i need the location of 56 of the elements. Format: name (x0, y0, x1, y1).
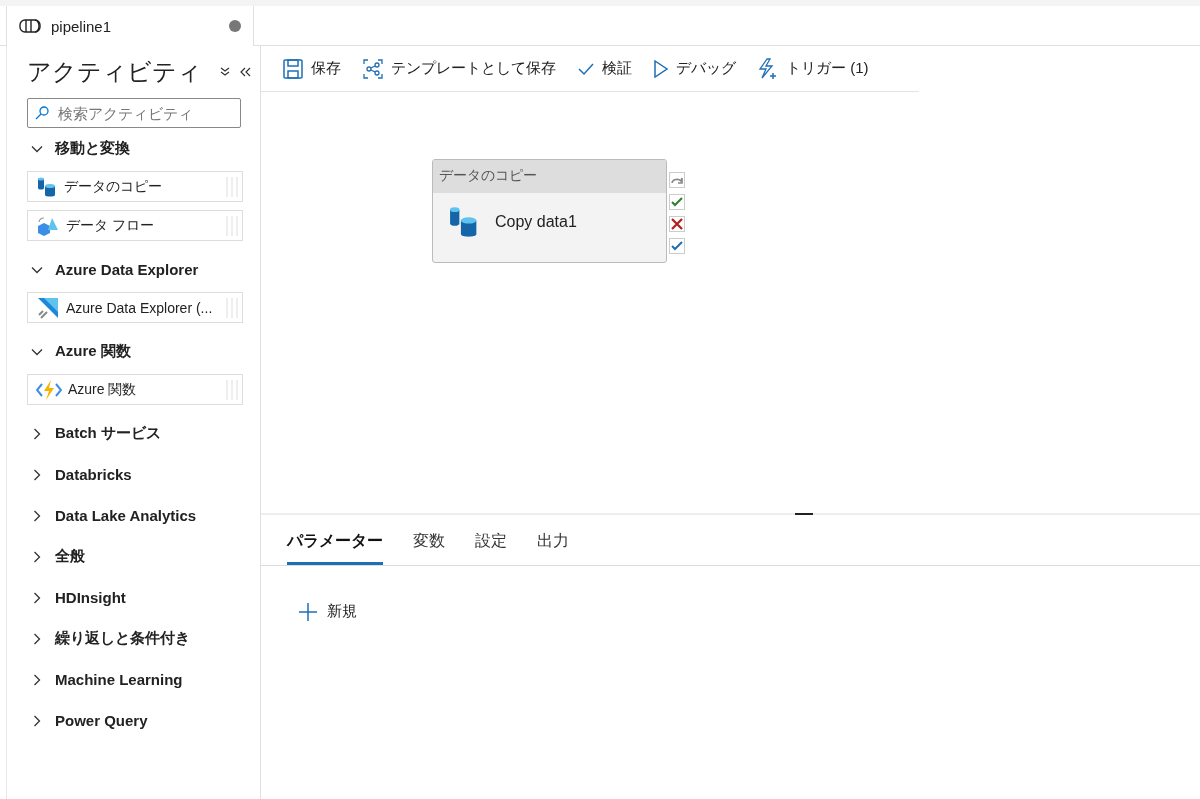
chevron-icon (31, 509, 43, 522)
completion-check-icon[interactable] (669, 238, 685, 254)
pipeline-tab[interactable]: pipeline1 (6, 6, 254, 46)
chevron-icon (31, 591, 43, 604)
panel-tab[interactable]: 出力 (537, 531, 569, 565)
collapse-all-icon[interactable] (220, 67, 230, 77)
activity-item[interactable]: Azure 関数 (27, 374, 243, 405)
category-header[interactable]: 繰り返しと条件付き (27, 618, 260, 659)
category-header[interactable]: 全般 (27, 536, 260, 577)
activity-item[interactable]: データのコピー (27, 171, 243, 202)
category-header[interactable]: Power Query (27, 700, 260, 741)
toolbar-button[interactable]: デバッグ (650, 57, 740, 80)
chevron-icon (31, 632, 43, 645)
panel-tab[interactable]: 変数 (413, 531, 445, 565)
category-header[interactable]: Data Lake Analytics (27, 495, 260, 536)
pipeline-icon (19, 19, 41, 33)
chevron-icon (31, 427, 43, 440)
activity-item[interactable]: Azure Data Explorer (... (27, 292, 243, 323)
toolbar-button[interactable]: 検証 (574, 57, 636, 80)
category-header[interactable]: Azure Data Explorer (27, 249, 260, 290)
chevron-icon (31, 714, 43, 727)
category-header[interactable]: Azure 関数 (27, 331, 260, 372)
cube-and-cone-icon (36, 214, 60, 237)
database-icon (36, 175, 58, 198)
category-header[interactable]: Machine Learning (27, 659, 260, 700)
node-name: Copy data1 (495, 213, 577, 231)
save-icon (283, 58, 303, 79)
lightning-plus-icon (758, 57, 778, 80)
resize-handle[interactable] (795, 513, 813, 515)
chevron-icon (31, 550, 43, 563)
panel-tab[interactable]: パラメーター (287, 531, 383, 565)
new-button[interactable]: 新規 (297, 600, 359, 623)
category-header[interactable]: Databricks (27, 454, 260, 495)
search-icon (35, 106, 49, 120)
plus-icon (299, 602, 317, 621)
search-field[interactable]: 検索アクティビティ (27, 98, 241, 128)
success-check-icon[interactable] (669, 194, 685, 210)
category-header[interactable]: HDInsight (27, 577, 260, 618)
failure-x-icon[interactable] (669, 216, 685, 232)
chevron-icon (31, 468, 43, 481)
category-header[interactable]: Batch サービス (27, 413, 260, 454)
toolbar-button[interactable]: 保存 (279, 56, 345, 81)
category-header[interactable]: 移動と変換 (27, 128, 260, 169)
play-icon (654, 59, 668, 78)
lightning-brackets-icon (36, 378, 62, 401)
panel-tab[interactable]: 設定 (475, 531, 507, 565)
activity-node[interactable]: データのコピー Copy data1 (432, 159, 667, 263)
checkmark-icon (578, 61, 594, 76)
template-icon (363, 58, 383, 79)
toolbar-button[interactable]: トリガー (1) (754, 55, 873, 82)
toolbar-button[interactable]: テンプレートとして保存 (359, 56, 560, 81)
chevron-icon (31, 673, 43, 686)
activity-item[interactable]: データ フロー (27, 210, 243, 241)
data-explorer-icon (36, 295, 60, 320)
hide-panel-icon[interactable] (240, 67, 251, 77)
activities-title: アクティビティ (27, 57, 202, 87)
